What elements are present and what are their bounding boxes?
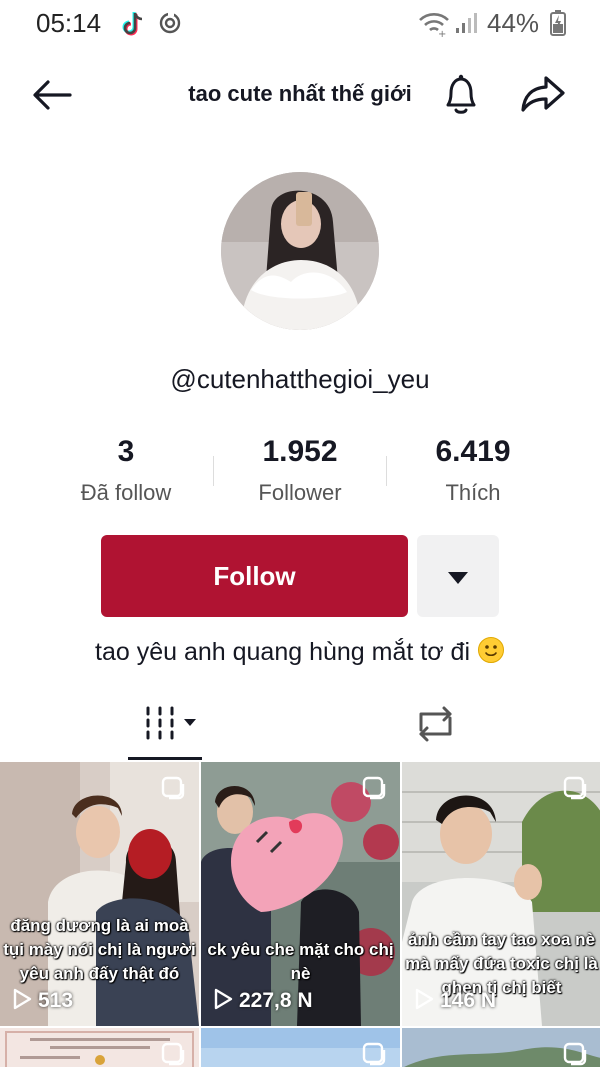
profile-header: tao cute nhất thế giới	[0, 60, 600, 130]
followers-count: 1.952	[262, 435, 338, 468]
likes-count: 6.419	[435, 435, 511, 468]
share-icon[interactable]	[520, 74, 566, 114]
video-views: 513	[12, 988, 73, 1013]
status-bar: 05:14 + 44%	[0, 0, 600, 48]
followers-label: Follower	[258, 480, 342, 505]
view-count: 146 N	[440, 989, 497, 1012]
status-time: 05:14	[36, 8, 102, 38]
sync-icon	[159, 11, 181, 34]
video-views: 146 N	[414, 988, 496, 1013]
tiktok-icon	[122, 12, 143, 36]
multi-photo-icon	[362, 1042, 386, 1066]
likes-label: Thích	[445, 480, 501, 505]
tab-reposts[interactable]	[300, 690, 600, 762]
video-tile[interactable]: đăng dương là ai moà tụi mày nói chị là …	[0, 762, 199, 1026]
video-caption: đăng dương là ai moà tụi mày nói chị là …	[3, 916, 196, 983]
profile-title: tao cute nhất thế giới	[188, 81, 412, 106]
play-icon	[415, 988, 434, 1010]
multi-photo-icon	[161, 1042, 185, 1066]
multi-photo-icon	[563, 776, 587, 800]
following-label: Đã follow	[80, 480, 172, 505]
profile-stats: 3 Đã follow 1.952 Follower 6.419 Thích	[40, 432, 560, 522]
repost-icon	[419, 706, 452, 742]
grid-icon	[146, 706, 196, 740]
video-tile[interactable]: ảnh cầm tay tao xoa nè mà mấy đứa toxic …	[402, 762, 600, 1026]
video-thumbnail	[201, 762, 400, 1026]
video-tile[interactable]: ck yêu che mặt cho chị nè 227,8 N	[201, 762, 400, 1026]
suggested-accounts-button[interactable]	[417, 535, 499, 617]
follow-button[interactable]: Follow	[101, 535, 408, 617]
smile-emoji-icon	[477, 637, 504, 663]
play-icon	[214, 988, 233, 1010]
video-views: 227,8 N	[213, 988, 313, 1013]
wifi-icon: +	[419, 13, 449, 37]
caret-down-icon	[448, 572, 468, 584]
play-icon	[13, 988, 32, 1010]
view-count: 227,8 N	[239, 989, 313, 1012]
username: @cutenhatthegioi_yeu	[170, 364, 430, 394]
video-grid: đăng dương là ai moà tụi mày nói chị là …	[0, 762, 600, 1067]
active-tab-indicator	[128, 757, 202, 760]
signal-icon	[456, 13, 477, 33]
content-tabs	[0, 690, 600, 762]
battery-percent: 44%	[487, 8, 540, 38]
stat-following[interactable]: 3 Đã follow	[40, 432, 212, 506]
bio: tao yêu anh quang hùng mắt tơ đi	[0, 636, 600, 667]
multi-photo-icon	[362, 776, 386, 800]
battery-icon	[550, 10, 566, 36]
bell-icon[interactable]	[440, 72, 482, 116]
tab-videos[interactable]	[0, 690, 300, 762]
video-caption: ck yêu che mặt cho chị nè	[207, 940, 394, 983]
following-count: 3	[117, 435, 135, 468]
video-tile[interactable]	[402, 1028, 600, 1067]
avatar[interactable]	[221, 172, 379, 330]
bio-text: tao yêu anh quang hùng mắt tơ đi	[95, 638, 471, 666]
multi-photo-icon	[161, 776, 185, 800]
video-tile[interactable]	[201, 1028, 400, 1067]
video-tile[interactable]	[0, 1028, 199, 1067]
svg-text:+: +	[438, 29, 446, 37]
avatar-image	[221, 172, 379, 330]
multi-photo-icon	[563, 1042, 587, 1066]
view-count: 513	[38, 989, 74, 1012]
video-thumbnail	[0, 762, 199, 1026]
stat-followers[interactable]: 1.952 Follower	[214, 432, 386, 506]
stat-likes[interactable]: 6.419 Thích	[387, 432, 559, 506]
